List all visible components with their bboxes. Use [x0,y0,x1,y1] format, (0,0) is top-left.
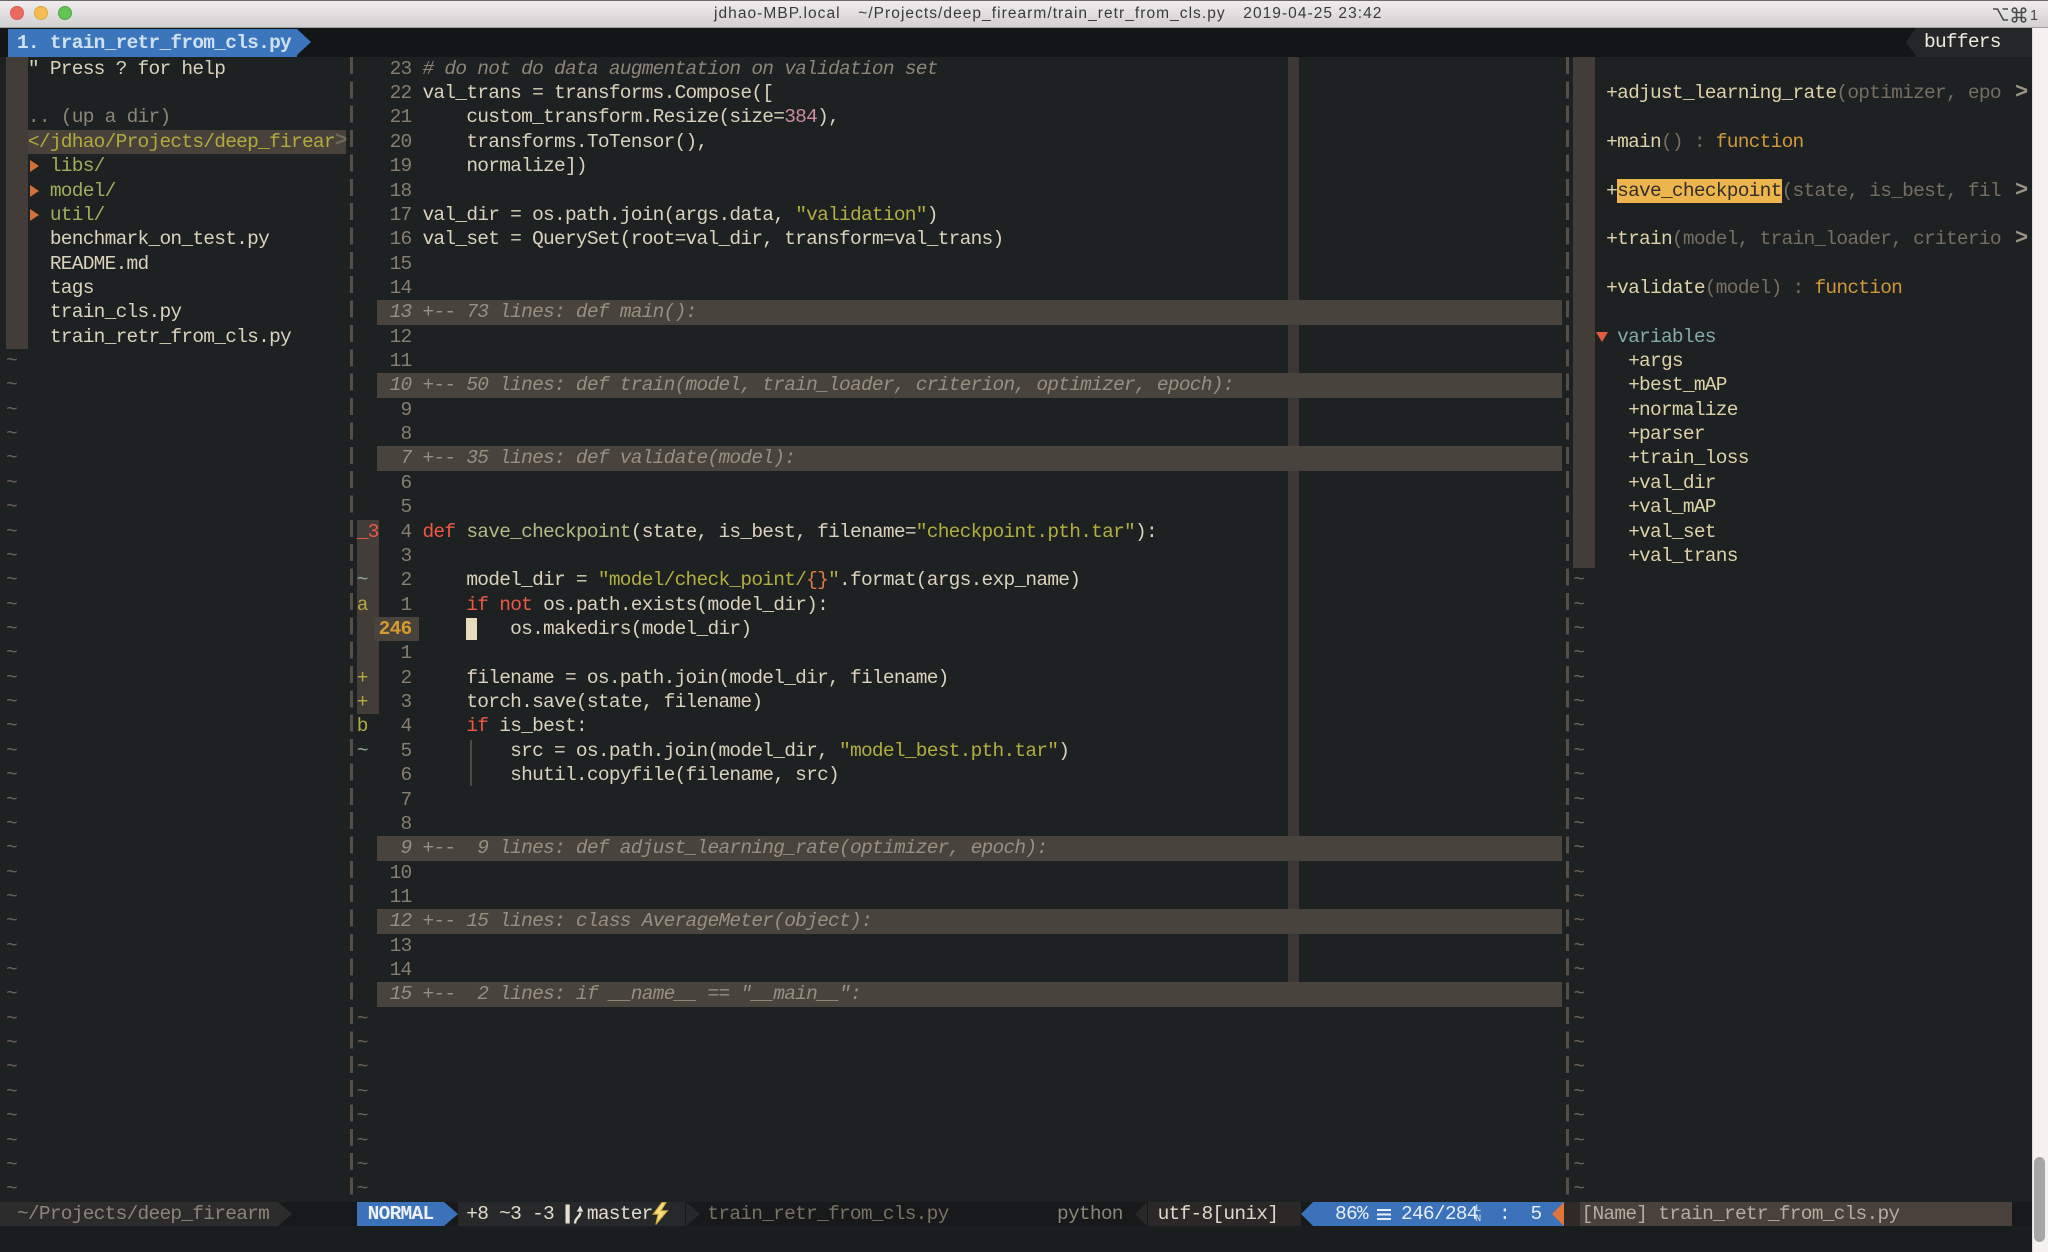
svg-text:1: 1 [2030,8,2038,23]
